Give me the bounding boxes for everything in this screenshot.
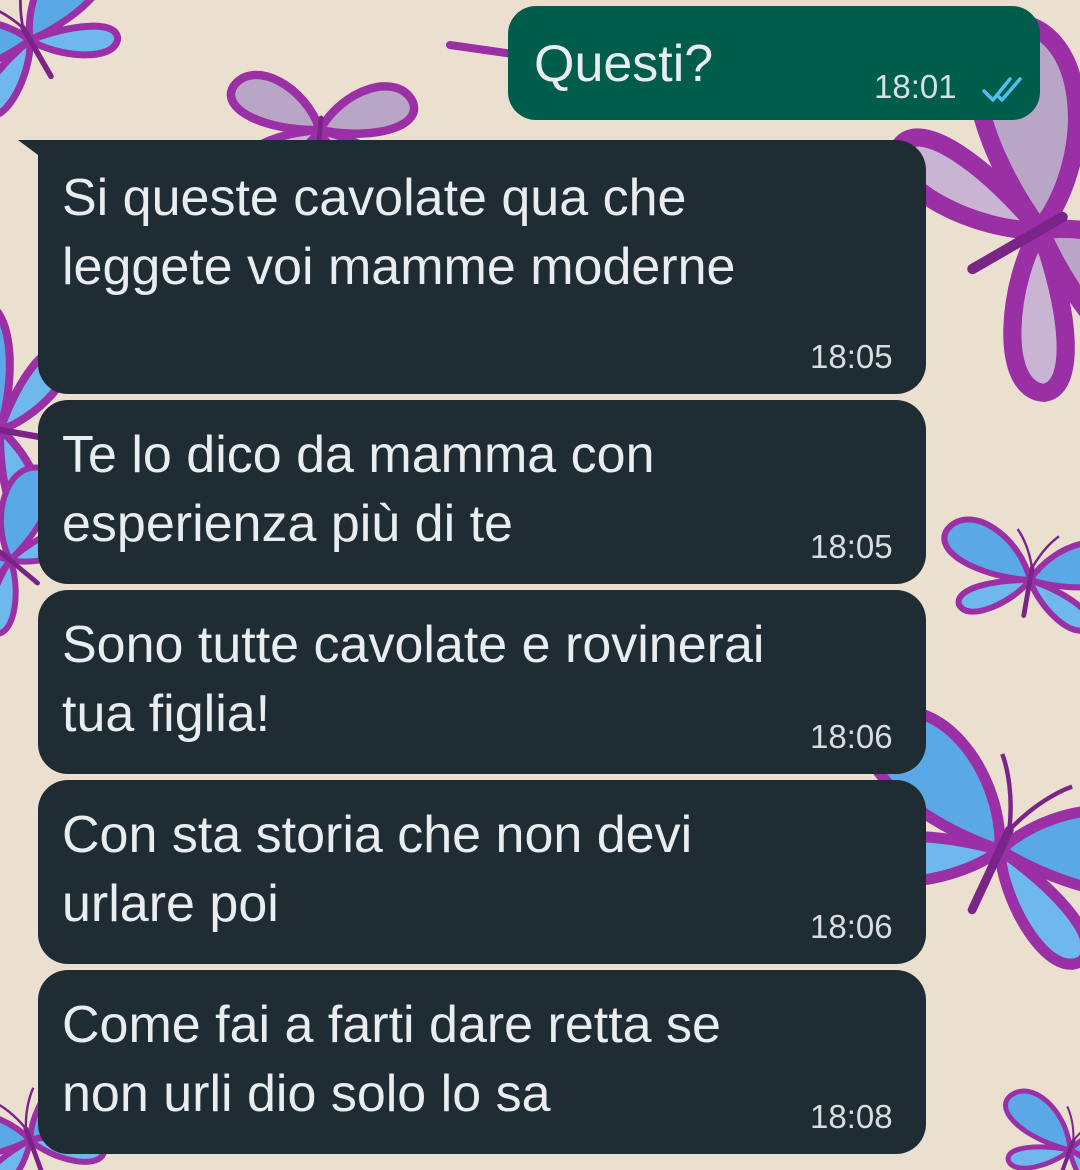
message-text: Come fai a farti dare retta se non urli …	[62, 996, 721, 1123]
message-time: 18:08	[810, 1098, 893, 1135]
message-bubble-incoming[interactable]: Si queste cavolate qua che leggete voi m…	[38, 140, 926, 394]
message-text: Con sta storia che non devi urlare poi	[62, 806, 693, 933]
message-bubble-incoming[interactable]: Sono tutte cavolate e rovinerai tua figl…	[38, 590, 926, 774]
double-check-icon	[982, 77, 1022, 102]
message-bubble-incoming[interactable]: Come fai a farti dare retta se non urli …	[38, 970, 926, 1154]
message-time: 18:01	[874, 68, 957, 105]
message-text: Questi?	[534, 35, 714, 93]
message-text: Te lo dico da mamma con esperienza più d…	[62, 426, 655, 553]
message-time: 18:06	[810, 908, 893, 945]
message-time: 18:05	[810, 338, 893, 375]
message-bubble-incoming[interactable]: Te lo dico da mamma con esperienza più d…	[38, 400, 926, 584]
message-time: 18:05	[810, 528, 893, 565]
message-time: 18:06	[810, 718, 893, 755]
message-bubble-incoming[interactable]: Con sta storia che non devi urlare poi 1…	[38, 780, 926, 964]
message-text: Si queste cavolate qua che leggete voi m…	[62, 169, 736, 296]
message-bubble-outgoing[interactable]: Questi? 18:01	[508, 6, 1040, 120]
message-text: Sono tutte cavolate e rovinerai tua figl…	[62, 616, 765, 743]
